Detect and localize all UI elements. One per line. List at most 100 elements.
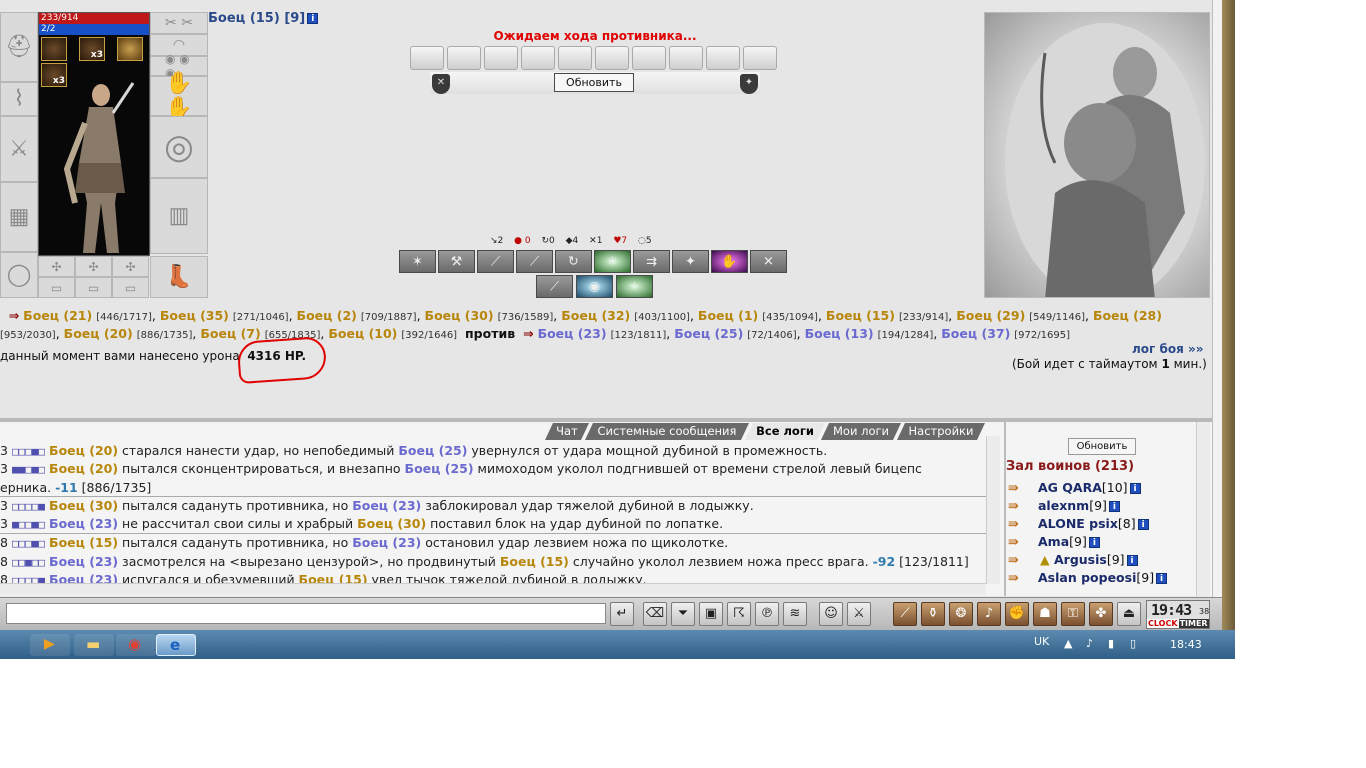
helmet-slot[interactable]: ⛑ bbox=[0, 12, 38, 82]
team2-member[interactable]: Боец (23) [123/1811], bbox=[538, 326, 675, 341]
send-button[interactable]: ↵ bbox=[610, 602, 634, 626]
team1-member[interactable]: Боец (20) [886/1735], bbox=[64, 326, 201, 341]
scroll-slot[interactable] bbox=[595, 46, 629, 70]
skill-button[interactable]: ✧ bbox=[616, 275, 653, 298]
character-figure[interactable]: 233/914 2/2 x3 x3 bbox=[38, 12, 150, 256]
team1-member[interactable]: Боец (10) [392/1646] bbox=[328, 326, 457, 341]
fight-arrow-icon[interactable]: ⇛ bbox=[1008, 553, 1019, 568]
skill-button[interactable]: ⚒ bbox=[438, 250, 475, 273]
skill-button[interactable]: ⟋ bbox=[477, 250, 514, 273]
user-list-item[interactable]: ⇛ ALONE psix[8] i bbox=[1006, 516, 1198, 534]
team2-member[interactable]: Боец (25) [72/1406], bbox=[674, 326, 804, 341]
battle-log-link[interactable]: лог боя »» bbox=[1132, 342, 1204, 356]
info-icon[interactable]: i bbox=[1108, 501, 1120, 512]
quick-action-button[interactable]: ✤ bbox=[1089, 602, 1113, 626]
fighter-name[interactable]: Боец (15) [9] i bbox=[208, 11, 319, 26]
fight-arrow-icon[interactable]: ⇛ bbox=[1008, 535, 1019, 550]
fight-arrow-icon[interactable]: ⇛ bbox=[1008, 499, 1019, 514]
scroll-slot[interactable]: ▭ bbox=[112, 277, 149, 298]
ring-slots-top[interactable]: ✂ ✂ bbox=[150, 12, 208, 34]
tab-system[interactable]: Системные сообщения bbox=[585, 423, 749, 440]
effect-icon[interactable] bbox=[41, 37, 67, 61]
skill-button[interactable]: ✋ bbox=[711, 250, 748, 273]
exit-button[interactable]: ⏏ bbox=[1117, 602, 1141, 626]
boots-slot[interactable]: 👢 bbox=[150, 256, 208, 298]
scroll-slot[interactable] bbox=[706, 46, 740, 70]
save-button[interactable]: ▣ bbox=[699, 602, 723, 626]
user-list-item[interactable]: ⇛ Ama[9] i bbox=[1006, 534, 1198, 552]
fight-button[interactable]: ⚔ bbox=[847, 602, 871, 626]
hall-refresh-button[interactable]: Обновить bbox=[1068, 438, 1136, 455]
dance-button[interactable]: ☈ bbox=[727, 602, 751, 626]
attack-shield-icon[interactable]: ✕ bbox=[432, 74, 450, 94]
team1-member[interactable]: Боец (1) [435/1094], bbox=[698, 308, 826, 323]
quick-action-button[interactable]: ⟋ bbox=[893, 602, 917, 626]
taskbar-internet-explorer[interactable]: e bbox=[156, 634, 196, 656]
effect-icon[interactable] bbox=[117, 37, 143, 61]
taskbar-media-player[interactable]: ▶ bbox=[30, 634, 70, 656]
chat-horizontal-scrollbar[interactable] bbox=[0, 583, 986, 595]
rune-slot[interactable]: ✣ bbox=[75, 256, 112, 277]
effect-icon[interactable]: x3 bbox=[79, 37, 105, 61]
rune-slot[interactable]: ✣ bbox=[38, 256, 75, 277]
scroll-slot[interactable]: ▭ bbox=[38, 277, 75, 298]
team1-member[interactable]: Боец (29) [549/1146], bbox=[956, 308, 1093, 323]
wave-button[interactable]: ≋ bbox=[783, 602, 807, 626]
info-icon[interactable]: i bbox=[1156, 573, 1168, 584]
info-icon[interactable]: i bbox=[1129, 483, 1141, 494]
scroll-slot[interactable] bbox=[521, 46, 555, 70]
taskbar-explorer[interactable]: ▬ bbox=[74, 634, 114, 656]
quick-action-button[interactable]: ❂ bbox=[949, 602, 973, 626]
tray-arrow-icon[interactable]: ▲ bbox=[1064, 637, 1072, 650]
info-icon[interactable]: i bbox=[1137, 519, 1149, 530]
quick-action-button[interactable]: ♪ bbox=[977, 602, 1001, 626]
refresh-button[interactable]: Обновить bbox=[554, 73, 634, 92]
team1-member[interactable]: Боец (30) [736/1589], bbox=[425, 308, 562, 323]
fight-arrow-icon[interactable]: ⇛ bbox=[1008, 481, 1019, 496]
clock-label[interactable]: CLOCK bbox=[1147, 619, 1179, 628]
info-icon[interactable]: i bbox=[307, 13, 319, 24]
team1-member[interactable]: Боец (2) [709/1887], bbox=[297, 308, 425, 323]
gloves-slot[interactable]: ✋✋ bbox=[150, 71, 208, 121]
page-scrollbar[interactable] bbox=[1212, 0, 1222, 600]
tray-clock[interactable]: 18:43 bbox=[1170, 638, 1202, 651]
skill-button[interactable]: ✕ bbox=[750, 250, 787, 273]
timer-label[interactable]: TIMER bbox=[1178, 619, 1209, 628]
quick-action-button[interactable]: ⚱ bbox=[921, 602, 945, 626]
network-icon[interactable]: ▮ bbox=[1108, 637, 1114, 650]
tab-all-logs[interactable]: Все логи bbox=[745, 423, 825, 440]
tab-my-logs[interactable]: Мои логи bbox=[821, 423, 901, 440]
skill-button[interactable]: ⟋ bbox=[516, 250, 553, 273]
shield-slot[interactable]: ◎ bbox=[150, 116, 208, 178]
info-icon[interactable]: i bbox=[1126, 555, 1138, 566]
skill-button[interactable]: ⟋ bbox=[536, 275, 573, 298]
scroll-slot[interactable] bbox=[632, 46, 666, 70]
team1-member[interactable]: Боец (21) [446/1717], bbox=[23, 308, 160, 323]
armor-slot[interactable]: ▦ bbox=[0, 182, 38, 252]
user-list-item[interactable]: ⇛ alexnm[9] i bbox=[1006, 498, 1198, 516]
fight-arrow-icon[interactable]: ⇛ bbox=[1008, 571, 1019, 586]
private-button[interactable]: ℗ bbox=[755, 602, 779, 626]
filter-button[interactable]: ⏷ bbox=[671, 602, 695, 626]
language-indicator[interactable]: UK bbox=[1034, 635, 1049, 648]
skill-button[interactable]: ◉ bbox=[576, 275, 613, 298]
battery-icon[interactable]: ▯ bbox=[1130, 637, 1136, 650]
scroll-slot[interactable] bbox=[558, 46, 592, 70]
scroll-slot[interactable] bbox=[669, 46, 703, 70]
scroll-slot[interactable]: ▭ bbox=[75, 277, 112, 298]
skill-button[interactable]: ⇉ bbox=[633, 250, 670, 273]
tab-settings[interactable]: Настройки bbox=[897, 423, 985, 440]
smiley-button[interactable]: ☺ bbox=[819, 602, 843, 626]
scroll-slot[interactable] bbox=[743, 46, 777, 70]
skill-button[interactable]: ↻ bbox=[555, 250, 592, 273]
team2-member[interactable]: Боец (13) [194/1284], bbox=[805, 326, 942, 341]
rune-slot[interactable]: ✣ bbox=[112, 256, 149, 277]
user-list-item[interactable]: ⇛ AG QARA[10] i bbox=[1006, 480, 1198, 498]
legs-slot[interactable]: ▥ bbox=[150, 178, 208, 254]
skill-button[interactable]: ✶ bbox=[399, 250, 436, 273]
skill-button[interactable]: ✳ bbox=[594, 250, 631, 273]
skill-button[interactable]: ✦ bbox=[672, 250, 709, 273]
tab-chat[interactable]: Чат bbox=[545, 423, 589, 440]
scroll-slot[interactable] bbox=[410, 46, 444, 70]
bracers-slot[interactable]: ⌇ bbox=[0, 82, 38, 116]
